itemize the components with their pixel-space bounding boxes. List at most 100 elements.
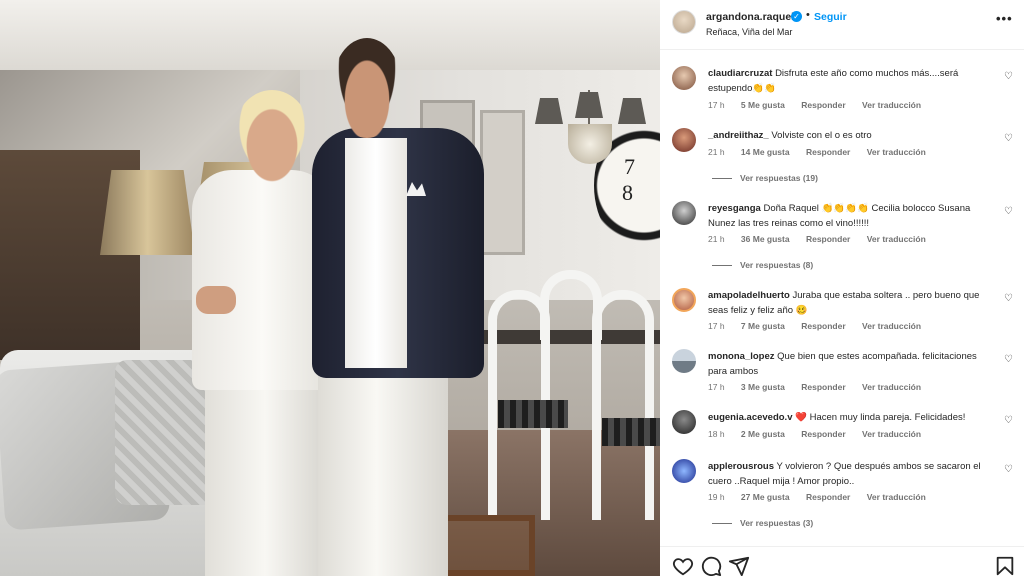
commenter-avatar[interactable] bbox=[672, 288, 696, 312]
view-replies-label: Ver respuestas (8) bbox=[740, 260, 814, 270]
photo-ceiling bbox=[0, 0, 660, 70]
view-replies-button[interactable]: Ver respuestas (3) bbox=[712, 518, 813, 528]
translate-button[interactable]: Ver traducción bbox=[867, 492, 926, 502]
translate-button[interactable]: Ver traducción bbox=[862, 382, 921, 392]
photo-man-shirt bbox=[345, 138, 407, 368]
comment-like-heart-icon[interactable]: ♡ bbox=[1004, 134, 1014, 144]
comment-meta: 21 h 14 Me gusta Responder Ver traducció… bbox=[708, 147, 940, 157]
translate-button[interactable]: Ver traducción bbox=[867, 147, 926, 157]
comment-body: eugenia.acevedo.v ❤️ Hacen muy linda par… bbox=[708, 410, 998, 425]
comment-username[interactable]: _andreiithaz_ bbox=[708, 130, 769, 141]
comment-username[interactable]: claudiarcruzat bbox=[708, 68, 772, 79]
author-username[interactable]: argandona.raquel bbox=[706, 11, 794, 23]
post-side-panel: argandona.raquel ✓ • Seguir Reñaca, Viña… bbox=[660, 0, 1024, 576]
comment-meta: 17 h 7 Me gusta Responder Ver traducción bbox=[708, 321, 935, 331]
comment-time: 21 h bbox=[708, 147, 725, 157]
comment-time: 18 h bbox=[708, 429, 725, 439]
comment-likes[interactable]: 27 Me gusta bbox=[741, 492, 790, 502]
follow-button[interactable]: Seguir bbox=[814, 11, 847, 23]
post-location[interactable]: Reñaca, Viña del Mar bbox=[706, 27, 792, 37]
comment-like-heart-icon[interactable]: ♡ bbox=[1004, 72, 1014, 82]
comment-time: 21 h bbox=[708, 234, 725, 244]
commenter-avatar[interactable] bbox=[672, 66, 696, 90]
photo-lamp bbox=[100, 170, 195, 255]
author-avatar[interactable] bbox=[672, 10, 696, 34]
post-actions-bar bbox=[660, 546, 1024, 576]
comments-list[interactable]: claudiarcruzat Disfruta este año como mu… bbox=[660, 50, 1024, 545]
comment-like-heart-icon[interactable]: ♡ bbox=[1004, 416, 1014, 426]
post-header: argandona.raquel ✓ • Seguir Reñaca, Viña… bbox=[660, 0, 1024, 50]
comment-username[interactable]: reyesganga bbox=[708, 203, 761, 214]
comment-icon[interactable] bbox=[700, 555, 722, 576]
photo-frame-2 bbox=[480, 110, 525, 255]
comment-body: reyesganga Doña Raquel 👏👏👏👏 Cecilia bolo… bbox=[708, 201, 998, 231]
separator-dot: • bbox=[806, 9, 810, 21]
photo-chair bbox=[540, 270, 602, 340]
commenter-avatar[interactable] bbox=[672, 128, 696, 152]
reply-button[interactable]: Responder bbox=[801, 429, 845, 439]
comment-likes[interactable]: 5 Me gusta bbox=[741, 100, 785, 110]
photo-man-head bbox=[332, 38, 402, 138]
commenter-avatar[interactable] bbox=[672, 349, 696, 373]
comment-like-heart-icon[interactable]: ♡ bbox=[1004, 207, 1014, 217]
commenter-avatar[interactable] bbox=[672, 459, 696, 483]
share-icon[interactable] bbox=[728, 555, 750, 576]
comment-text: ❤️ Hacen muy linda pareja. Felicidades! bbox=[795, 412, 966, 423]
reply-button[interactable]: Responder bbox=[806, 147, 850, 157]
comment-like-heart-icon[interactable]: ♡ bbox=[1004, 465, 1014, 475]
photo-chandelier bbox=[530, 90, 650, 180]
comment-body: monona_lopez Que bien que estes acompaña… bbox=[708, 349, 998, 379]
clock-number: 8 bbox=[622, 180, 633, 205]
translate-button[interactable]: Ver traducción bbox=[862, 429, 921, 439]
comment-likes[interactable]: 3 Me gusta bbox=[741, 382, 785, 392]
comment-body: amapoladelhuerto Juraba que estaba solte… bbox=[708, 288, 998, 318]
view-replies-button[interactable]: Ver respuestas (19) bbox=[712, 173, 818, 183]
comment-body: applerousrous Y volvieron ? Que después … bbox=[708, 459, 998, 489]
commenter-avatar[interactable] bbox=[672, 410, 696, 434]
comment-username[interactable]: monona_lopez bbox=[708, 351, 775, 362]
view-replies-label: Ver respuestas (3) bbox=[740, 518, 814, 528]
verified-badge-icon: ✓ bbox=[791, 11, 802, 22]
comment-time: 17 h bbox=[708, 382, 725, 392]
comment-meta: 17 h 3 Me gusta Responder Ver traducción bbox=[708, 382, 935, 392]
comment-body: claudiarcruzat Disfruta este año como mu… bbox=[708, 66, 998, 96]
comment-likes[interactable]: 36 Me gusta bbox=[741, 234, 790, 244]
comment-meta: 21 h 36 Me gusta Responder Ver traducció… bbox=[708, 234, 940, 244]
bookmark-icon[interactable] bbox=[994, 555, 1016, 576]
photo-woman-head bbox=[233, 90, 311, 182]
comment-like-heart-icon[interactable]: ♡ bbox=[1004, 355, 1014, 365]
view-replies-button[interactable]: Ver respuestas (8) bbox=[712, 260, 813, 270]
reply-button[interactable]: Responder bbox=[801, 100, 845, 110]
comment-username[interactable]: amapoladelhuerto bbox=[708, 290, 790, 301]
comment-meta: 19 h 27 Me gusta Responder Ver traducció… bbox=[708, 492, 940, 502]
reply-button[interactable]: Responder bbox=[801, 382, 845, 392]
view-replies-label: Ver respuestas (19) bbox=[740, 173, 818, 183]
comment-time: 17 h bbox=[708, 100, 725, 110]
photo-woman-jacket bbox=[192, 170, 332, 390]
comment-meta: 18 h 2 Me gusta Responder Ver traducción bbox=[708, 429, 935, 439]
heart-icon[interactable] bbox=[672, 555, 694, 576]
comment-body: _andreiithaz_ Volviste con el o es otro bbox=[708, 128, 998, 143]
photo-chair-seat bbox=[498, 400, 568, 428]
comment-username[interactable]: applerousrous bbox=[708, 461, 774, 472]
reply-button[interactable]: Responder bbox=[806, 492, 850, 502]
more-options-icon[interactable]: ••• bbox=[996, 11, 1013, 26]
reply-button[interactable]: Responder bbox=[806, 234, 850, 244]
post-photo: 8 7 bbox=[0, 0, 660, 576]
comment-likes[interactable]: 2 Me gusta bbox=[741, 429, 785, 439]
comment-time: 17 h bbox=[708, 321, 725, 331]
comment-text: Volviste con el o es otro bbox=[771, 130, 872, 141]
commenter-avatar[interactable] bbox=[672, 201, 696, 225]
comment-likes[interactable]: 14 Me gusta bbox=[741, 147, 790, 157]
photo-woman-hand bbox=[196, 286, 236, 314]
comment-like-heart-icon[interactable]: ♡ bbox=[1004, 294, 1014, 304]
comment-time: 19 h bbox=[708, 492, 725, 502]
reply-button[interactable]: Responder bbox=[801, 321, 845, 331]
comment-likes[interactable]: 7 Me gusta bbox=[741, 321, 785, 331]
translate-button[interactable]: Ver traducción bbox=[867, 234, 926, 244]
comment-username[interactable]: eugenia.acevedo.v bbox=[708, 412, 792, 423]
translate-button[interactable]: Ver traducción bbox=[862, 100, 921, 110]
comment-meta: 17 h 5 Me gusta Responder Ver traducción bbox=[708, 100, 935, 110]
photo-chair-seat bbox=[602, 418, 660, 446]
translate-button[interactable]: Ver traducción bbox=[862, 321, 921, 331]
